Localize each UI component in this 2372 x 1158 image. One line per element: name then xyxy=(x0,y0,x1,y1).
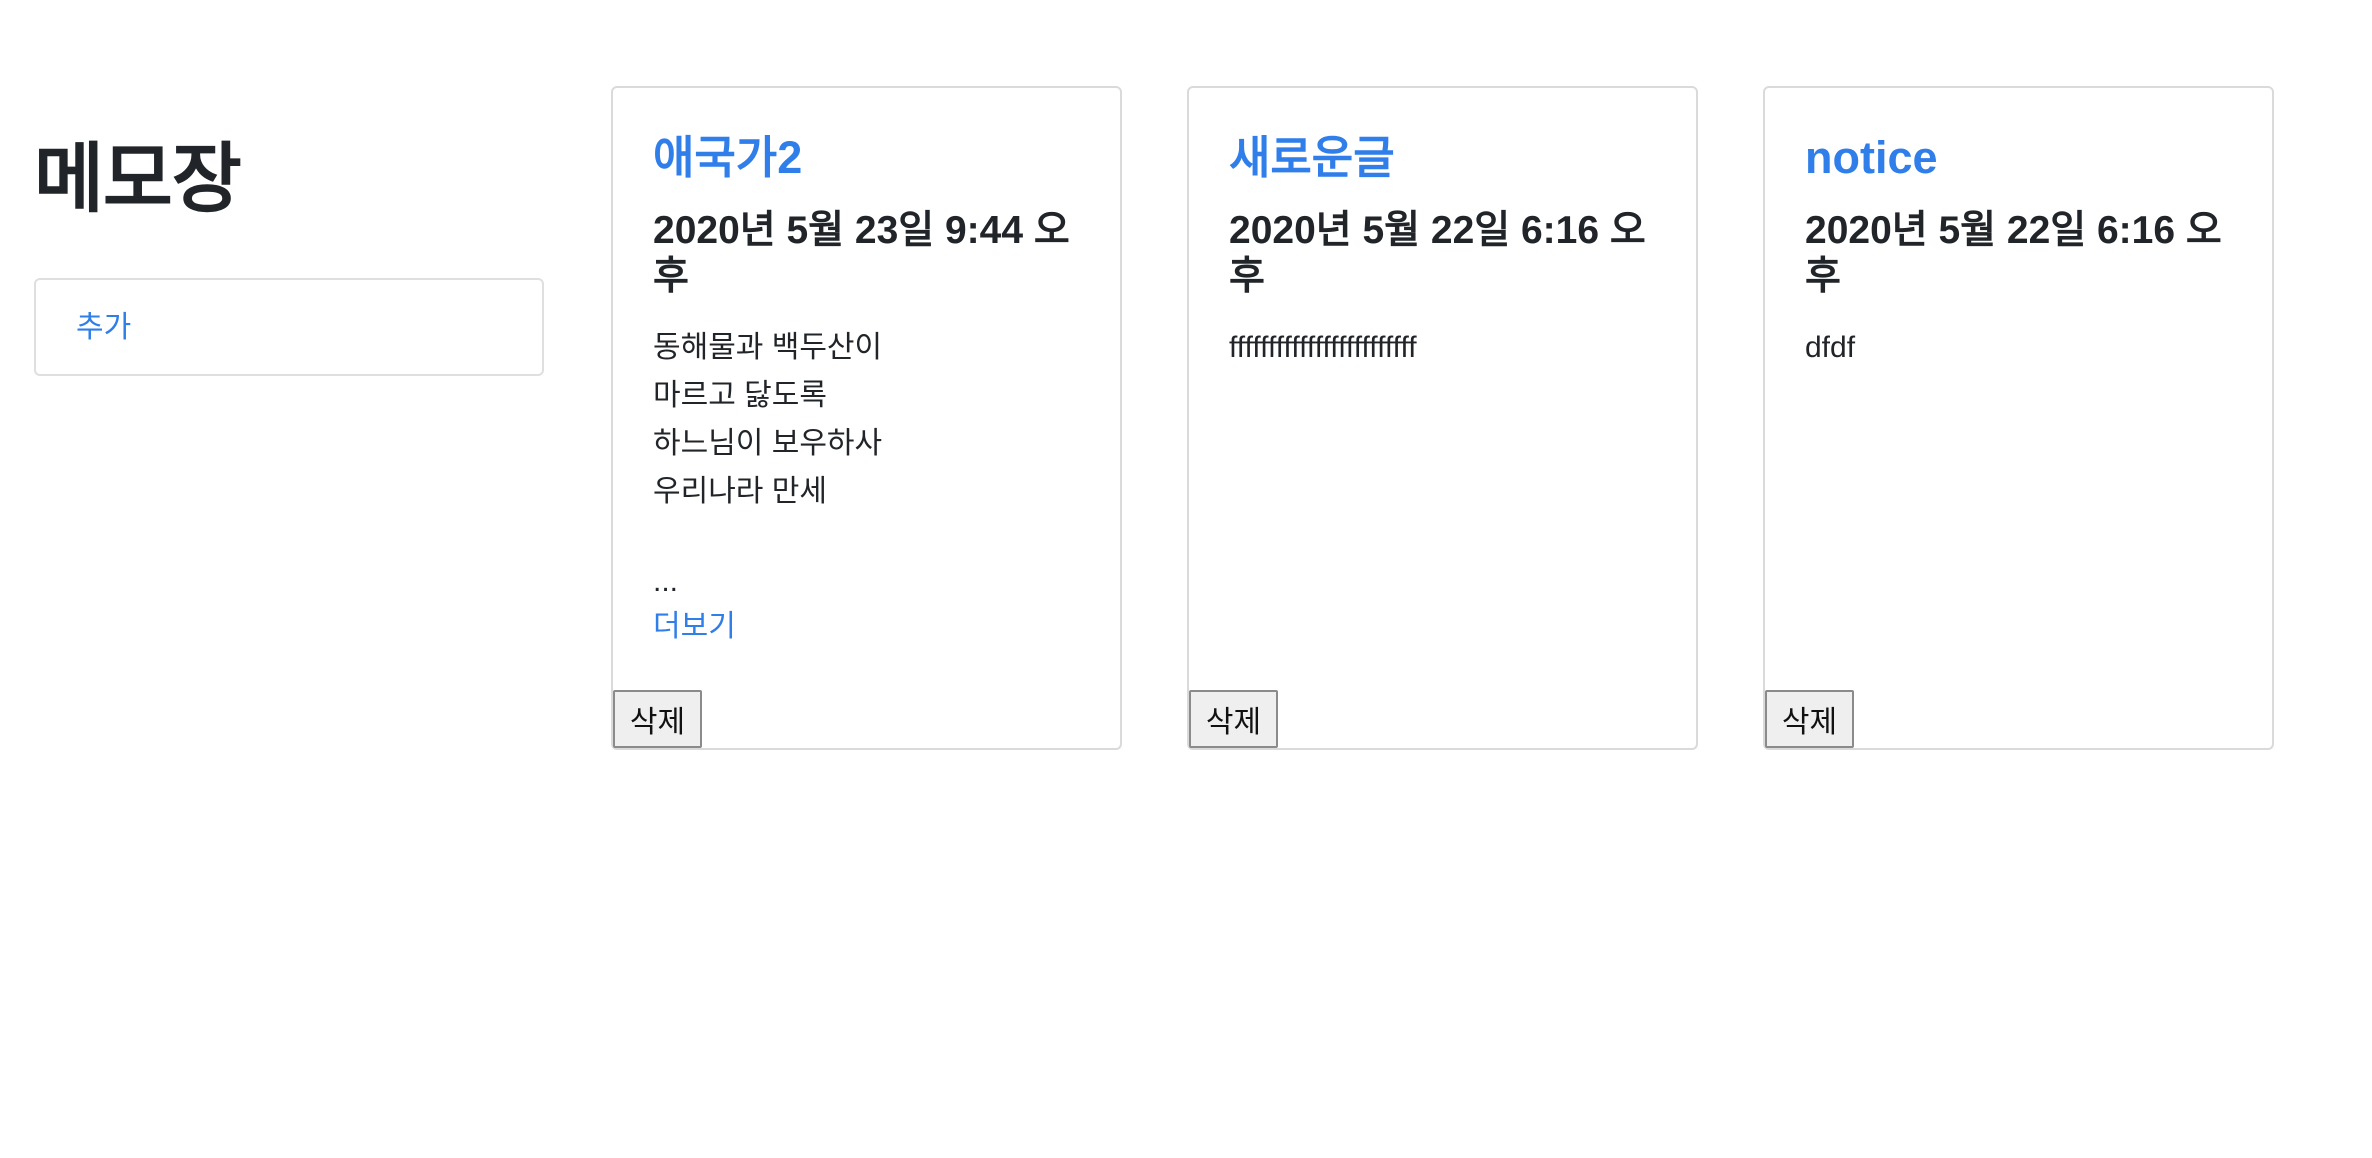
more-link[interactable]: 더보기 xyxy=(653,604,1093,650)
add-memo-link[interactable]: 추가 xyxy=(76,308,131,348)
memo-card: notice 2020년 5월 22일 6:16 오후 dfdf 삭제 xyxy=(1763,86,2274,750)
memo-app: 메모장 추가 애국가2 2020년 5월 23일 9:44 오후 동해물과 백두… xyxy=(0,0,2372,1158)
delete-button[interactable]: 삭제 xyxy=(1765,690,1854,748)
memo-content-line: 동해물과 백두산이 xyxy=(653,331,883,364)
memo-title-link[interactable]: notice xyxy=(1805,128,1938,188)
memo-content-line: 마르고 닳도록 xyxy=(653,379,827,412)
memo-date: 2020년 5월 23일 9:44 오후 xyxy=(653,209,1070,298)
memo-content: dfdf xyxy=(1805,324,2245,372)
memo-content: 동해물과 백두산이 마르고 닳도록 하느님이 보우하사 우리나라 만세 ... … xyxy=(653,324,1093,650)
memo-ellipsis: ... xyxy=(653,565,679,598)
page-title: 메모장 xyxy=(34,137,242,222)
memo-card: 애국가2 2020년 5월 23일 9:44 오후 동해물과 백두산이 마르고 … xyxy=(611,86,1122,750)
memo-content-line: ffffffffffffffffffffffff xyxy=(1229,331,1417,364)
memo-title-link[interactable]: 애국가2 xyxy=(653,128,802,188)
memo-date: 2020년 5월 22일 6:16 오후 xyxy=(1805,209,2222,298)
delete-button[interactable]: 삭제 xyxy=(1189,690,1278,748)
memo-content-line: 우리나라 만세 xyxy=(653,475,827,508)
memo-content: ffffffffffffffffffffffff xyxy=(1229,324,1669,372)
delete-button[interactable]: 삭제 xyxy=(613,690,702,748)
memo-date: 2020년 5월 22일 6:16 오후 xyxy=(1229,209,1646,298)
memo-content-line: dfdf xyxy=(1805,331,1856,364)
add-panel: 추가 xyxy=(34,278,544,376)
memo-title-link[interactable]: 새로운글 xyxy=(1229,128,1395,188)
memo-content-line: 하느님이 보우하사 xyxy=(653,427,883,460)
memo-card: 새로운글 2020년 5월 22일 6:16 오후 ffffffffffffff… xyxy=(1187,86,1698,750)
